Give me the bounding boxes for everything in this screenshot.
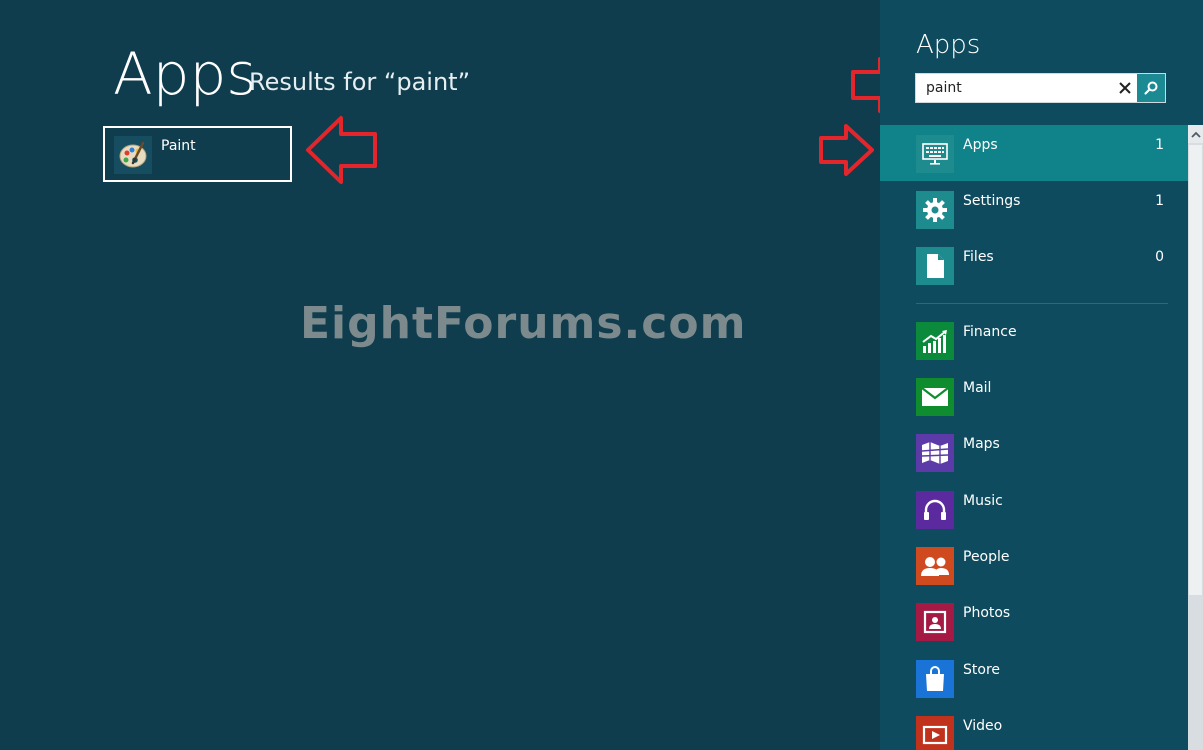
scope-apps[interactable]: Apps 1	[880, 125, 1190, 181]
scope-label: Files	[963, 249, 994, 265]
app-label: People	[963, 549, 1010, 565]
annotation-arrow-icon	[819, 124, 874, 176]
scrollbar[interactable]	[1188, 125, 1203, 750]
app-label: Maps	[963, 436, 1000, 452]
close-icon[interactable]	[1112, 74, 1138, 102]
maps-icon	[916, 434, 954, 472]
app-item-finance[interactable]: Finance	[880, 322, 1190, 378]
scrollbar-thumb[interactable]	[1189, 145, 1202, 595]
search-icon[interactable]	[1137, 74, 1165, 102]
search-box	[915, 73, 1166, 103]
app-item-mail[interactable]: Mail	[880, 378, 1190, 434]
scope-settings[interactable]: Settings 1	[880, 181, 1190, 237]
app-item-photos[interactable]: Photos	[880, 603, 1190, 659]
app-label: Photos	[963, 605, 1011, 621]
store-bag-icon	[916, 660, 954, 698]
result-tile-paint[interactable]: Paint	[103, 126, 292, 182]
video-icon	[916, 716, 954, 750]
finance-icon	[916, 322, 954, 360]
scope-count: 1	[1155, 137, 1164, 153]
charm-title: Apps	[916, 30, 981, 60]
mail-icon	[916, 378, 954, 416]
app-label: Mail	[963, 380, 992, 396]
results-subtitle: Results for “paint”	[249, 68, 471, 96]
app-item-store[interactable]: Store	[880, 660, 1190, 716]
page-title: Apps	[113, 40, 257, 108]
app-item-music[interactable]: Music	[880, 491, 1190, 547]
scope-label: Apps	[963, 137, 998, 153]
search-charm-pane: Apps Apps 1	[880, 0, 1203, 750]
photos-icon	[916, 603, 954, 641]
scope-count: 1	[1155, 193, 1164, 209]
result-label: Paint	[161, 138, 196, 154]
app-label: Finance	[963, 324, 1017, 340]
file-icon	[916, 247, 954, 285]
results-area: Apps Results for “paint” Paint EightForu…	[0, 0, 910, 750]
headphones-icon	[916, 491, 954, 529]
gear-icon	[916, 191, 954, 229]
annotation-arrow-icon	[306, 116, 377, 184]
scope-label: Settings	[963, 193, 1021, 209]
keyboard-icon	[916, 135, 954, 173]
app-label: Music	[963, 493, 1003, 509]
watermark: EightForums.com	[300, 298, 747, 349]
scope-count: 0	[1155, 249, 1164, 265]
app-item-maps[interactable]: Maps	[880, 434, 1190, 490]
chevron-up-icon[interactable]	[1188, 125, 1203, 143]
paint-palette-icon	[114, 136, 152, 174]
search-input[interactable]	[916, 74, 1116, 102]
app-item-video[interactable]: Video	[880, 716, 1190, 750]
app-label: Video	[963, 718, 1003, 734]
scope-files[interactable]: Files 0	[880, 237, 1190, 293]
app-label: Store	[963, 662, 1001, 678]
people-icon	[916, 547, 954, 585]
divider	[916, 303, 1168, 304]
app-item-people[interactable]: People	[880, 547, 1190, 603]
